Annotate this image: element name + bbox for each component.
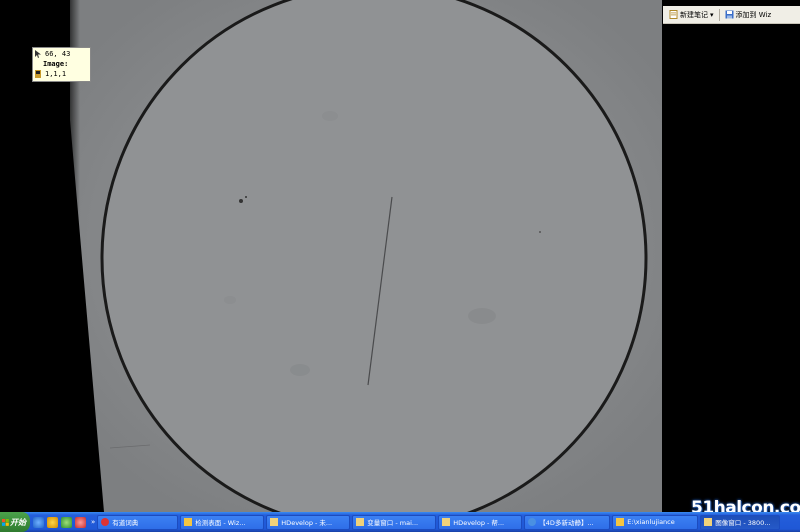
add-to-wiz-button[interactable]: 添加到 Wiz: [723, 8, 774, 22]
taskbar-item[interactable]: 【4D多新动静】...: [524, 514, 611, 530]
image-window[interactable]: [0, 0, 800, 512]
chevron-down-icon: ▾: [710, 10, 714, 19]
pixel-value: 1,1,1: [45, 70, 67, 78]
taskbar-item-label: HDevelop - 帮...: [453, 519, 505, 527]
add-to-wiz-label: 添加到 Wiz: [735, 10, 772, 19]
taskbar-item[interactable]: 变量窗口 - mai...: [352, 514, 437, 530]
pixel-info-tooltip: 66, 43 Image: 1,1,1: [32, 47, 91, 82]
pixel-coordinates: 66, 43: [45, 50, 71, 58]
windows-flag-icon: [2, 518, 9, 526]
new-note-label: 新建笔记: [680, 10, 708, 19]
toolbar-divider: [718, 8, 720, 21]
image-canvas[interactable]: [0, 0, 800, 512]
dust-speck: [239, 199, 243, 203]
folder-icon: [616, 518, 625, 526]
taskbar-item-label: 有道词典: [112, 519, 139, 527]
taskbar-item-label: E:\xianlujiance: [627, 518, 675, 526]
quick-launch-more-icon[interactable]: »: [91, 518, 95, 526]
dust-speck: [539, 231, 541, 233]
folder-icon: [184, 518, 193, 526]
taskbar-item-label: 图像窗口 - 3800...: [715, 519, 771, 527]
taskbar-item-label: 变量窗口 - mai...: [367, 519, 419, 527]
new-note-button[interactable]: 新建笔记 ▾: [667, 8, 716, 22]
hdevelop-icon: [442, 518, 451, 526]
hdevelop-icon: [704, 518, 713, 526]
media-icon[interactable]: [61, 516, 72, 528]
hdevelop-icon: [270, 518, 279, 526]
taskbar-item-label: 检测表面 - Wiz...: [195, 519, 246, 527]
start-label: 开始: [10, 517, 26, 527]
taskbar-item[interactable]: 有道词典: [97, 514, 179, 530]
taskbar-item[interactable]: 检测表面 - Wiz...: [180, 514, 265, 530]
dust-speck: [245, 196, 247, 198]
quick-launch: [30, 512, 89, 532]
taskbar-item-label: HDevelop - 未...: [281, 519, 333, 527]
taskbar-item[interactable]: HDevelop - 未...: [266, 514, 351, 530]
hdevelop-icon: [356, 518, 365, 526]
note-icon: [669, 10, 678, 19]
image-label: Image:: [43, 60, 69, 68]
taskbar-item[interactable]: 图像窗口 - 3800...: [700, 514, 781, 530]
taskbar-item[interactable]: E:\xianlujiance: [612, 514, 699, 530]
start-button[interactable]: 开始: [0, 512, 30, 532]
dictionary-icon: [101, 518, 110, 526]
smudge-spot: [322, 111, 338, 121]
taskbar-item[interactable]: HDevelop - 帮...: [438, 514, 523, 530]
save-icon: [725, 10, 734, 19]
wiz-toolbar: 新建笔记 ▾ 添加到 Wiz: [663, 6, 800, 24]
taskbar: 开始 » 有道词典 检测表面 - Wiz... HDevelop - 未... …: [0, 512, 800, 532]
smudge-spot: [224, 296, 236, 304]
cursor-icon: [35, 50, 41, 58]
smudge-spot: [290, 364, 310, 376]
smudge-spot: [468, 308, 496, 324]
browser-icon[interactable]: [47, 516, 58, 528]
sample-disc: [100, 0, 648, 512]
app-icon[interactable]: [75, 516, 86, 528]
browser-icon: [528, 518, 537, 526]
taskbar-item-label: 【4D多新动静】...: [539, 519, 594, 527]
gray-value-icon: [35, 70, 41, 78]
refresh-icon[interactable]: [33, 516, 44, 528]
